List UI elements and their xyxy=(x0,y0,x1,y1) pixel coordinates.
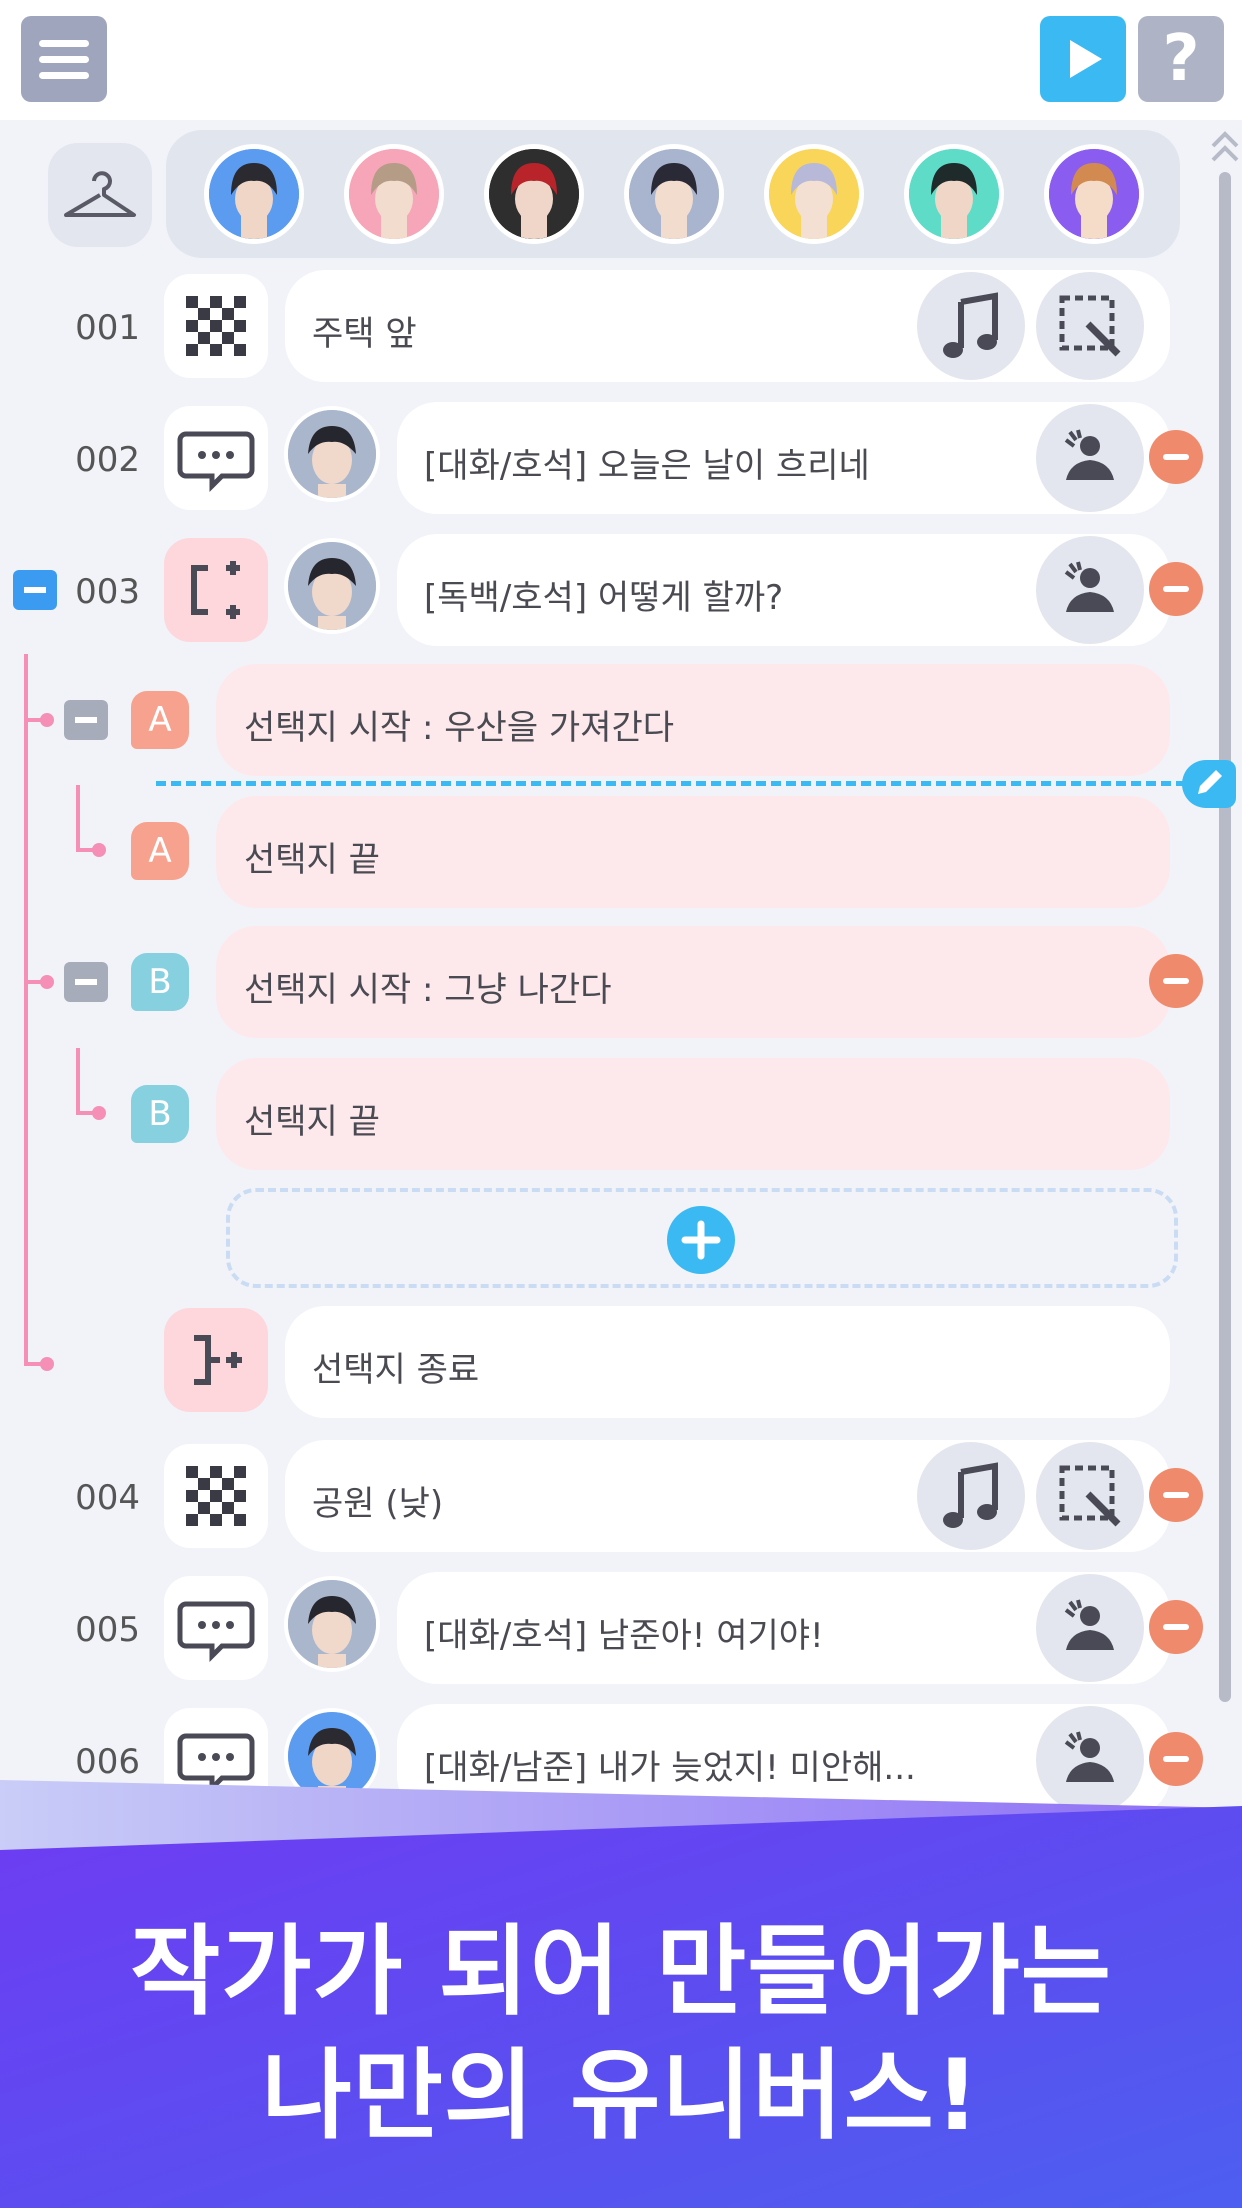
choice-a-end-label: 선택지 끝 xyxy=(244,840,380,880)
character-taehyung-avatar[interactable] xyxy=(904,144,1004,244)
music-note-icon xyxy=(943,292,998,358)
character-pose-icon xyxy=(1064,429,1114,480)
effect-button[interactable] xyxy=(1036,1442,1144,1550)
delete-row-button[interactable] xyxy=(1149,1732,1203,1786)
scene-type-button[interactable] xyxy=(164,1444,268,1548)
menu-icon-line xyxy=(39,72,89,79)
row-number: 001 xyxy=(75,308,140,348)
character-hoseok-avatar[interactable] xyxy=(624,144,724,244)
choice-b-badge: B xyxy=(131,953,189,1011)
speech-bubble-icon xyxy=(177,431,255,493)
branch-line xyxy=(24,654,28,1366)
pose-button[interactable] xyxy=(1036,536,1144,644)
menu-icon xyxy=(39,40,89,47)
play-button[interactable] xyxy=(1040,16,1126,102)
scene-label: 공원 (낮) xyxy=(312,1484,444,1524)
choice-end-type-button[interactable] xyxy=(164,1308,268,1412)
banner-headline-line1: 작가가 되어 만들어가는 xyxy=(130,1915,1112,2029)
delete-row-button[interactable] xyxy=(1149,430,1203,484)
menu-button[interactable] xyxy=(21,16,107,102)
scroll-to-top-icon[interactable] xyxy=(1207,128,1242,168)
checker-background-icon xyxy=(186,296,246,356)
branch-line xyxy=(76,1048,80,1114)
menu-icon-line xyxy=(39,56,89,63)
add-choice-button[interactable] xyxy=(667,1206,735,1274)
character-namjoon-avatar[interactable] xyxy=(204,144,304,244)
pencil-icon xyxy=(1198,770,1222,794)
magic-effect-icon xyxy=(1059,295,1121,357)
play-icon xyxy=(1070,40,1102,78)
character-pose-icon xyxy=(1064,1599,1114,1650)
scrollbar[interactable] xyxy=(1219,172,1231,1702)
dialogue-type-button[interactable] xyxy=(164,406,268,510)
branch-dot xyxy=(40,713,54,727)
choice-b-end-label: 선택지 끝 xyxy=(244,1102,380,1142)
branch-dot xyxy=(40,1357,54,1371)
branch-dot xyxy=(40,975,54,989)
pose-button[interactable] xyxy=(1036,404,1144,512)
monologue-label: [독백/호석] 어떻게 할까? xyxy=(424,578,784,618)
help-button[interactable]: ? xyxy=(1138,16,1224,102)
row-number: 002 xyxy=(75,440,140,480)
row-number: 006 xyxy=(75,1742,140,1782)
choice-type-button[interactable] xyxy=(164,538,268,642)
choice-a-badge: A xyxy=(131,691,189,749)
choice-end-icon xyxy=(194,1335,242,1385)
speech-bubble-icon xyxy=(177,1601,255,1663)
row-number: 003 xyxy=(75,572,140,612)
branch-dot xyxy=(92,1106,106,1120)
delete-row-button[interactable] xyxy=(1149,1468,1203,1522)
music-button[interactable] xyxy=(917,272,1025,380)
choice-b-badge: B xyxy=(131,1085,189,1143)
delete-choice-button[interactable] xyxy=(1149,954,1203,1008)
banner-headline-line2: 나만의 유니버스! xyxy=(261,2039,981,2153)
delete-row-button[interactable] xyxy=(1149,1600,1203,1654)
scene-type-button[interactable] xyxy=(164,274,268,378)
character-pose-icon xyxy=(1064,561,1114,612)
choice-branch-icon xyxy=(191,561,240,619)
plus-icon xyxy=(681,1220,721,1260)
edit-insert-button[interactable] xyxy=(1182,760,1236,808)
character-jungkook-avatar[interactable] xyxy=(1044,144,1144,244)
hoseok-avatar[interactable] xyxy=(284,406,380,502)
row-number: 005 xyxy=(75,1610,140,1650)
collapse-choice-b-button[interactable] xyxy=(64,962,108,1002)
character-jimin-avatar[interactable] xyxy=(764,144,864,244)
branch-line xyxy=(76,785,80,851)
hanger-icon xyxy=(64,171,136,217)
character-jungkook-red-avatar[interactable] xyxy=(484,144,584,244)
pose-button[interactable] xyxy=(1036,1574,1144,1682)
hoseok-avatar[interactable] xyxy=(284,1576,380,1672)
insert-position-line xyxy=(156,781,1186,786)
wardrobe-button[interactable] xyxy=(48,143,152,247)
choice-end-label: 선택지 종료 xyxy=(312,1350,480,1390)
magic-effect-icon xyxy=(1059,1465,1121,1527)
character-jin-avatar[interactable] xyxy=(344,144,444,244)
music-note-icon xyxy=(943,1462,998,1528)
checker-background-icon xyxy=(186,1466,246,1526)
choice-a-badge: A xyxy=(131,822,189,880)
choice-a-start-label: 선택지 시작 : 우산을 가져간다 xyxy=(244,708,675,748)
effect-button[interactable] xyxy=(1036,272,1144,380)
dialogue-label: [대화/호석] 남준아! 여기야! xyxy=(424,1616,824,1656)
row-number: 004 xyxy=(75,1478,140,1518)
collapse-choice-a-button[interactable] xyxy=(64,700,108,740)
choice-b-start-label: 선택지 시작 : 그냥 나간다 xyxy=(244,970,612,1010)
dialogue-type-button[interactable] xyxy=(164,1576,268,1680)
scene-label: 주택 앞 xyxy=(312,314,417,354)
hoseok-avatar[interactable] xyxy=(284,538,380,634)
delete-row-button[interactable] xyxy=(1149,562,1203,616)
dialogue-label: [대화/호석] 오늘은 날이 흐리네 xyxy=(424,446,870,486)
music-button[interactable] xyxy=(917,1442,1025,1550)
branch-dot xyxy=(92,843,106,857)
